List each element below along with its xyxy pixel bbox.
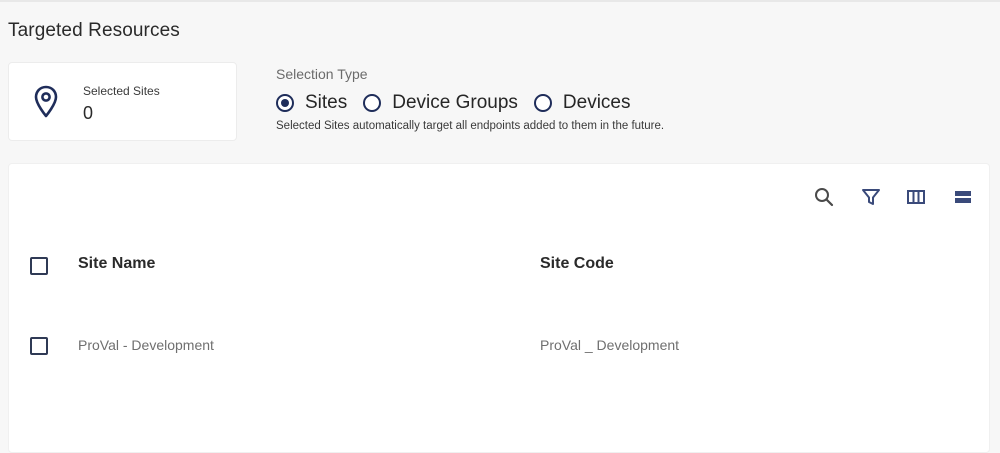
radio-devices-label[interactable]: Devices: [563, 92, 631, 114]
selection-type-label: Selection Type: [276, 66, 368, 82]
column-header-site-code[interactable]: Site Code: [540, 255, 614, 273]
radio-sites-button[interactable]: [276, 94, 294, 112]
selection-type-radios: Sites Device Groups Devices: [276, 88, 664, 118]
radio-device-groups-label[interactable]: Device Groups: [392, 92, 518, 114]
cell-site-code: ProVal _ Development: [540, 337, 680, 353]
radio-device-groups[interactable]: Device Groups: [363, 92, 518, 114]
selected-sites-card: Selected Sites 0: [8, 62, 237, 141]
selection-help-text: Selected Sites automatically target all …: [276, 120, 665, 132]
density-icon[interactable]: [952, 186, 974, 208]
selected-sites-label: Selected Sites: [83, 84, 160, 98]
search-icon[interactable]: [813, 186, 835, 208]
radio-devices[interactable]: Devices: [533, 92, 631, 114]
page-title: Targeted Resources: [8, 20, 180, 41]
map-pin-icon: [34, 85, 58, 118]
radio-sites-label[interactable]: Sites: [305, 92, 347, 114]
sites-table: Site Name Site Code ProVal - Development…: [8, 163, 990, 453]
radio-sites[interactable]: Sites: [276, 92, 347, 114]
radio-devices-button[interactable]: [533, 94, 552, 112]
row-checkbox[interactable]: [30, 337, 48, 355]
selected-sites-count: 0: [83, 103, 94, 123]
cell-site-name: ProVal - Development: [78, 337, 214, 353]
radio-device-groups-button[interactable]: [363, 94, 382, 112]
filter-icon[interactable]: [860, 186, 882, 208]
column-header-site-name[interactable]: Site Name: [78, 255, 155, 273]
selection-type-group: Selection Type Sites Device Groups Devic…: [276, 66, 664, 132]
select-all-checkbox[interactable]: [30, 257, 48, 275]
columns-icon[interactable]: [905, 186, 927, 208]
top-divider: [0, 0, 1000, 2]
